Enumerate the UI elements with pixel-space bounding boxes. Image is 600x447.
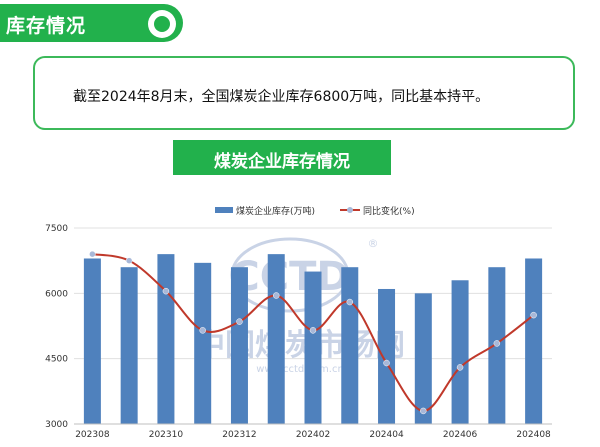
x-tick-label: 202312 (222, 430, 256, 440)
y-tick-label: 7500 (45, 224, 68, 234)
bar (304, 271, 322, 424)
line-point (346, 298, 354, 306)
x-tick-label: 202402 (296, 430, 330, 440)
x-tick-label: 202408 (516, 430, 551, 440)
bar (341, 267, 359, 424)
x-tick-label: 202406 (443, 430, 478, 440)
y-tick-label: 4500 (45, 355, 68, 365)
legend-label-line: 同比变化(%) (363, 205, 415, 217)
line-point (456, 364, 464, 371)
watermark-reg: ® (368, 237, 379, 250)
line-point (420, 407, 427, 415)
header-dot-icon (148, 10, 176, 38)
line-point (199, 327, 206, 334)
line-point (162, 287, 170, 295)
y-tick-label: 6000 (45, 289, 68, 299)
x-tick-label: 202308 (75, 430, 110, 440)
bar (267, 254, 285, 424)
y-tick-label: 3000 (45, 420, 68, 430)
line-point (309, 327, 317, 334)
line-point (89, 250, 96, 258)
line-point (493, 340, 501, 347)
bar (120, 267, 138, 424)
line-point (125, 257, 133, 264)
chart-title-bar: 煤炭企业库存情况 (173, 140, 391, 175)
section-title: 库存情况 (6, 15, 87, 37)
legend-marker (347, 207, 353, 213)
x-tick-label: 202310 (149, 430, 184, 440)
summary-text: 截至2024年8月末，全国煤炭企业库存6800万吨，同比基本持平。 (73, 89, 490, 105)
line-point (236, 318, 243, 325)
legend-label-bar: 煤炭企业库存(万吨) (236, 205, 315, 217)
bar (525, 258, 543, 424)
chart-title: 煤炭企业库存情况 (214, 152, 350, 172)
watermark-logo: CCTD (230, 254, 349, 300)
inventory-chart: 3000450060007500CCTD®中国煤炭市场网www.cctd.com… (45, 205, 552, 440)
bar (194, 262, 212, 424)
bar (414, 293, 432, 424)
line-point (530, 311, 537, 319)
legend-swatch-bar (215, 207, 233, 213)
bar (378, 288, 396, 424)
bar (230, 267, 248, 424)
bar (83, 258, 101, 424)
bar (451, 280, 469, 424)
line-point (272, 292, 280, 299)
section-header: 库存情况 (0, 4, 183, 42)
line-point (383, 359, 390, 367)
x-tick-label: 202404 (369, 430, 404, 440)
summary-box: 截至2024年8月末，全国煤炭企业库存6800万吨，同比基本持平。 (33, 56, 575, 130)
bar (157, 254, 175, 424)
watermark-name: 中国煤炭市场网 (195, 328, 405, 363)
